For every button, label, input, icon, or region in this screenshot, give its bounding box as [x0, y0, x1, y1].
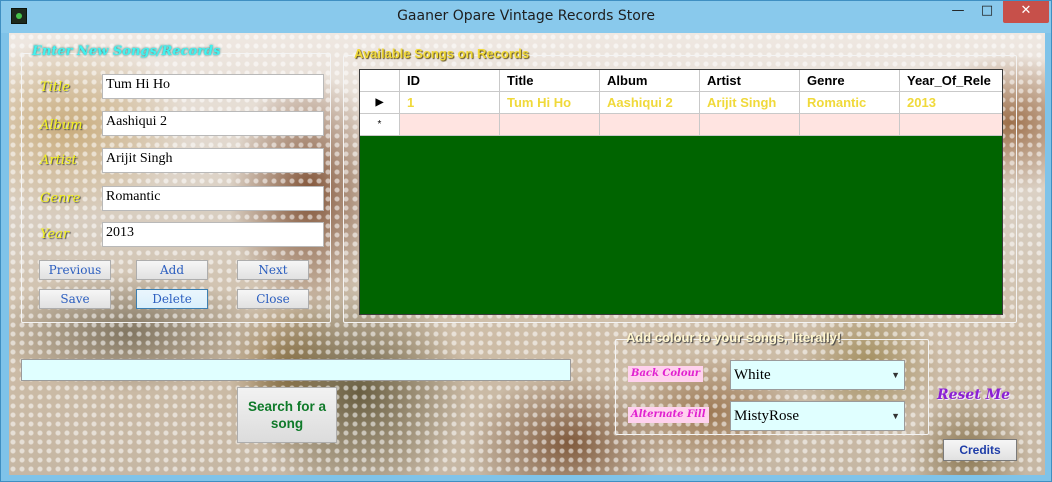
app-window: Gaaner Opare Vintage Records Store — □ ✕…: [0, 0, 1052, 482]
album-field[interactable]: Aashiqui 2: [102, 111, 324, 136]
new-cell-artist[interactable]: [700, 114, 800, 136]
close-button[interactable]: Close: [237, 289, 309, 309]
album-label: Album: [40, 118, 83, 133]
new-row-indicator[interactable]: *: [360, 114, 400, 136]
cell-title[interactable]: Tum Hi Ho: [500, 92, 600, 114]
genre-label: Genre: [40, 191, 81, 206]
back-colour-label: Back Colour: [628, 366, 704, 382]
cell-genre[interactable]: Romantic: [800, 92, 900, 114]
column-header-title[interactable]: Title: [500, 70, 600, 92]
entry-group: Enter New Songs/Records Title Tum Hi Ho …: [21, 44, 331, 323]
client-area: Enter New Songs/Records Title Tum Hi Ho …: [9, 33, 1045, 475]
cell-id[interactable]: 1: [400, 92, 500, 114]
next-button[interactable]: Next: [237, 260, 309, 280]
table-row[interactable]: ▶ 1 Tum Hi Ho Aashiqui 2 Arijit Singh Ro…: [360, 92, 1002, 114]
add-button[interactable]: Add: [136, 260, 208, 280]
maximize-button[interactable]: □: [973, 1, 1001, 23]
back-colour-select[interactable]: White ▼: [730, 360, 905, 390]
title-bar[interactable]: Gaaner Opare Vintage Records Store — □ ✕: [1, 1, 1051, 33]
close-window-button[interactable]: ✕: [1003, 1, 1049, 23]
search-button[interactable]: Search for a song: [237, 387, 337, 443]
column-header-album[interactable]: Album: [600, 70, 700, 92]
year-label: Year: [40, 227, 70, 242]
minimize-button[interactable]: —: [944, 1, 972, 23]
colour-group: Add colour to your songs, literally! Bac…: [615, 330, 929, 435]
alternate-fill-label: Alternate Fill: [628, 407, 709, 423]
title-field[interactable]: Tum Hi Ho: [102, 74, 324, 99]
year-field[interactable]: 2013: [102, 222, 324, 247]
new-cell-id[interactable]: [400, 114, 500, 136]
cell-album[interactable]: Aashiqui 2: [600, 92, 700, 114]
delete-button[interactable]: Delete: [136, 289, 208, 309]
previous-button[interactable]: Previous: [39, 260, 111, 280]
back-colour-value: White: [734, 367, 771, 383]
new-cell-year[interactable]: [900, 114, 1002, 136]
window-title: Gaaner Opare Vintage Records Store: [397, 8, 655, 24]
column-header-id[interactable]: ID: [400, 70, 500, 92]
save-button[interactable]: Save: [39, 289, 111, 309]
new-cell-genre[interactable]: [800, 114, 900, 136]
songs-grid[interactable]: ID Title Album Artist Genre Year_Of_Rele…: [359, 69, 1003, 315]
alternate-fill-select[interactable]: MistyRose ▼: [730, 401, 905, 431]
new-cell-album[interactable]: [600, 114, 700, 136]
current-row-indicator[interactable]: ▶: [360, 92, 400, 114]
cell-artist[interactable]: Arijit Singh: [700, 92, 800, 114]
title-label: Title: [40, 80, 70, 95]
grid-corner[interactable]: [360, 70, 400, 92]
artist-label: Artist: [40, 153, 77, 168]
entry-group-title: Enter New Songs/Records: [32, 44, 221, 59]
new-cell-title[interactable]: [500, 114, 600, 136]
column-header-year[interactable]: Year_Of_Rele: [900, 70, 1002, 92]
grid-header-row: ID Title Album Artist Genre Year_Of_Rele: [360, 70, 1002, 92]
genre-field[interactable]: Romantic: [102, 186, 324, 211]
search-input[interactable]: [21, 359, 571, 381]
reset-button[interactable]: Reset Me: [937, 387, 1027, 405]
songs-group-title: Available Songs on Records: [354, 46, 530, 61]
alternate-fill-value: MistyRose: [734, 408, 800, 424]
cell-year[interactable]: 2013: [900, 92, 1002, 114]
credits-button[interactable]: Credits: [943, 439, 1017, 461]
colour-group-title: Add colour to your songs, literally!: [626, 330, 842, 345]
column-header-artist[interactable]: Artist: [700, 70, 800, 92]
chevron-down-icon[interactable]: ▼: [891, 402, 900, 430]
artist-field[interactable]: Arijit Singh: [102, 148, 324, 173]
new-row[interactable]: *: [360, 114, 1002, 136]
column-header-genre[interactable]: Genre: [800, 70, 900, 92]
chevron-down-icon[interactable]: ▼: [891, 361, 900, 389]
